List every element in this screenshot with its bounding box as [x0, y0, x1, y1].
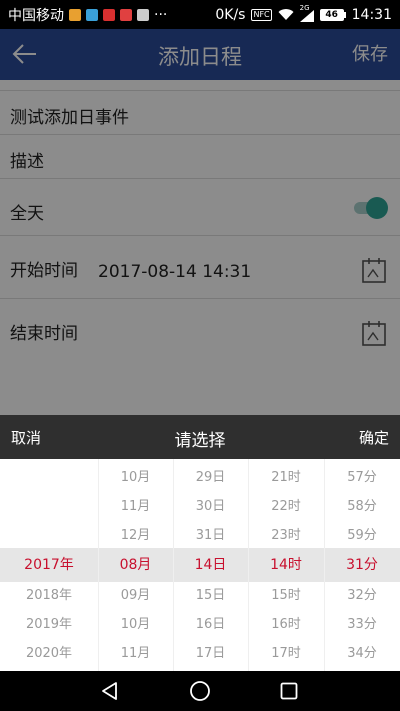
picker-title: 请选择	[174, 431, 226, 451]
notification-app-icon	[69, 8, 81, 21]
hour-option[interactable]: 15时	[248, 581, 324, 610]
modal-backdrop[interactable]	[0, 29, 400, 415]
month-option-selected[interactable]: 08月	[98, 551, 173, 580]
clock: 14:31	[351, 6, 392, 23]
month-option[interactable]: 09月	[98, 581, 173, 610]
minute-option-selected[interactable]: 31分	[324, 551, 400, 580]
day-option-selected[interactable]: 14日	[173, 551, 248, 580]
hour-option[interactable]: 23时	[248, 521, 324, 550]
hour-option[interactable]: 16时	[248, 610, 324, 639]
day-wheel[interactable]: 29日 30日 31日 14日 15日 16日 17日	[173, 459, 248, 671]
minute-option[interactable]: 57分	[324, 463, 400, 492]
square-recents-icon[interactable]	[280, 682, 298, 700]
hour-option[interactable]: 21时	[248, 463, 324, 492]
carrier-name: 中国移动	[8, 7, 64, 24]
hour-option-selected[interactable]: 14时	[248, 551, 324, 580]
minute-option[interactable]: 32分	[324, 581, 400, 610]
picker-toolbar: 取消 请选择 确定	[0, 415, 400, 459]
picker-wheels: 2017年 2018年 2019年 2020年 10月 11月 12月 08月 …	[0, 459, 400, 671]
year-wheel[interactable]: 2017年 2018年 2019年 2020年	[0, 459, 98, 671]
day-option[interactable]: 16日	[173, 610, 248, 639]
notification-app-icon	[137, 8, 149, 21]
year-option[interactable]	[0, 492, 98, 521]
month-option[interactable]: 11月	[98, 639, 173, 668]
circle-home-icon[interactable]	[189, 680, 211, 702]
cancel-button[interactable]: 取消	[11, 427, 41, 448]
year-option[interactable]: 2020年	[0, 639, 98, 668]
minute-option[interactable]: 33分	[324, 610, 400, 639]
month-option[interactable]: 10月	[98, 463, 173, 492]
datetime-picker: 取消 请选择 确定 2017年 2018年 2019年 2020年 10月 11…	[0, 415, 400, 671]
minute-wheel[interactable]: 57分 58分 59分 31分 32分 33分 34分	[324, 459, 400, 671]
hour-wheel[interactable]: 21时 22时 23时 14时 15时 16时 17时	[248, 459, 324, 671]
day-option[interactable]: 31日	[173, 521, 248, 550]
day-option[interactable]: 15日	[173, 581, 248, 610]
net-speed: 0K/s	[215, 6, 246, 23]
more-notifications-icon: ···	[154, 6, 168, 23]
nfc-icon: NFC	[251, 8, 272, 21]
year-option-selected[interactable]: 2017年	[0, 551, 98, 580]
day-option[interactable]: 30日	[173, 492, 248, 521]
minute-option[interactable]: 58分	[324, 492, 400, 521]
hour-option[interactable]: 17时	[248, 639, 324, 668]
month-option[interactable]: 11月	[98, 492, 173, 521]
status-bar: 中国移动 ··· 0K/s NFC 2G 46 14:31	[0, 0, 400, 29]
month-option[interactable]: 12月	[98, 521, 173, 550]
month-option[interactable]: 10月	[98, 610, 173, 639]
battery-icon: 46	[319, 8, 346, 21]
year-option[interactable]	[0, 521, 98, 550]
hour-option[interactable]: 22时	[248, 492, 324, 521]
year-option[interactable]	[0, 463, 98, 492]
confirm-button[interactable]: 确定	[359, 427, 389, 448]
network-type-label: 2G	[299, 3, 310, 12]
minute-option[interactable]: 59分	[324, 521, 400, 550]
month-wheel[interactable]: 10月 11月 12月 08月 09月 10月 11月	[98, 459, 173, 671]
triangle-back-icon[interactable]	[100, 681, 120, 701]
minute-option[interactable]: 34分	[324, 639, 400, 668]
year-option[interactable]: 2018年	[0, 581, 98, 610]
day-option[interactable]: 29日	[173, 463, 248, 492]
notification-app-icon	[120, 8, 132, 21]
year-option[interactable]: 2019年	[0, 610, 98, 639]
notification-app-icon	[86, 8, 98, 21]
day-option[interactable]: 17日	[173, 639, 248, 668]
notification-app-icon	[103, 8, 115, 21]
system-nav-bar	[0, 671, 400, 711]
signal-icon: 2G	[299, 4, 314, 22]
wifi-icon	[278, 9, 294, 20]
battery-level: 46	[319, 8, 344, 21]
